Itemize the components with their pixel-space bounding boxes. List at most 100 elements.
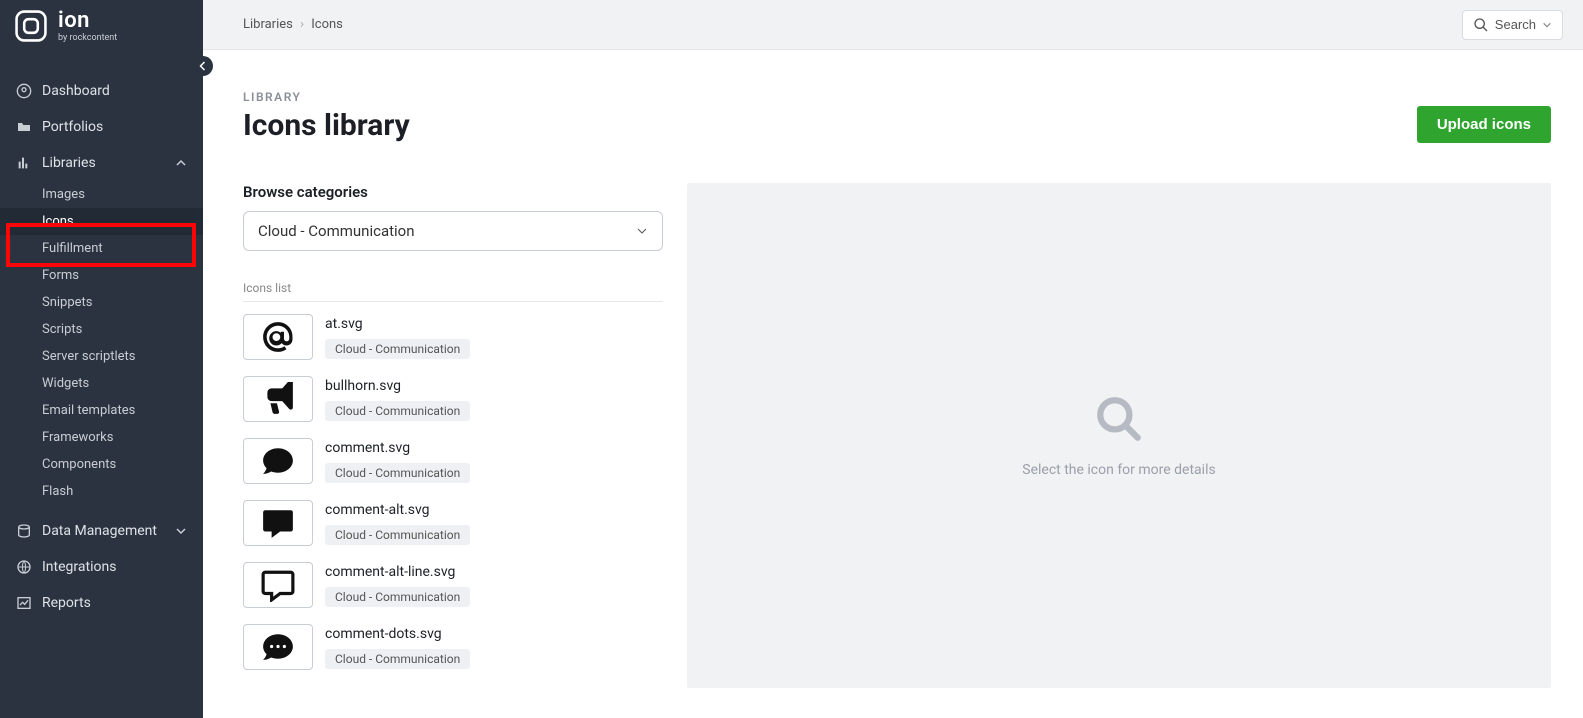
sub-label: Email templates: [42, 403, 135, 418]
sub-item-fulfillment[interactable]: Fulfillment: [0, 235, 203, 262]
comment-icon: [261, 444, 295, 478]
page-title: Icons library: [243, 108, 410, 143]
breadcrumb-libraries[interactable]: Libraries: [243, 17, 293, 32]
topbar: Libraries › Icons Search: [203, 0, 1583, 50]
sub-item-images[interactable]: Images: [0, 181, 203, 208]
at-icon: [261, 320, 295, 354]
upload-icons-button[interactable]: Upload icons: [1417, 106, 1551, 143]
nav-label: Reports: [42, 595, 91, 611]
icon-filename: comment-alt.svg: [325, 502, 470, 518]
columns: Browse categories Cloud - Communication …: [243, 183, 1551, 718]
sub-item-snippets[interactable]: Snippets: [0, 289, 203, 316]
primary-nav: Dashboard Portfolios Libraries Images Ic…: [0, 73, 203, 621]
browse-categories-label: Browse categories: [243, 183, 663, 201]
logo-icon: [14, 9, 48, 43]
libraries-submenu: Images Icons Fulfillment Forms Snippets …: [0, 181, 203, 505]
nav-item-dashboard[interactable]: Dashboard: [0, 73, 203, 109]
nav-item-portfolios[interactable]: Portfolios: [0, 109, 203, 145]
sub-item-widgets[interactable]: Widgets: [0, 370, 203, 397]
chevron-down-icon: [1542, 20, 1552, 30]
page-eyebrow: LIBRARY: [243, 90, 410, 104]
sub-item-scripts[interactable]: Scripts: [0, 316, 203, 343]
sub-label: Frameworks: [42, 430, 113, 445]
breadcrumb: Libraries › Icons: [243, 17, 343, 32]
category-select[interactable]: Cloud - Communication: [243, 211, 663, 251]
logo-byline: by rockcontent: [58, 33, 117, 43]
database-icon: [16, 523, 32, 539]
sub-item-email-templates[interactable]: Email templates: [0, 397, 203, 424]
chevron-left-icon: [197, 60, 209, 72]
icon-filename: bullhorn.svg: [325, 378, 470, 394]
user-circle-icon: [16, 83, 32, 99]
logo[interactable]: ion by rockcontent: [0, 0, 203, 49]
sub-label: Flash: [42, 484, 73, 499]
logo-word: ion: [58, 8, 117, 33]
chevron-down-icon: [636, 225, 648, 237]
sub-label: Snippets: [42, 295, 93, 310]
sub-item-icons[interactable]: Icons: [0, 208, 203, 235]
icon-category-tag: Cloud - Communication: [325, 339, 470, 359]
nav-label: Data Management: [42, 523, 157, 539]
nav-item-integrations[interactable]: Integrations: [0, 549, 203, 585]
chart-bars-icon: [16, 155, 32, 171]
search-icon: [1094, 394, 1144, 444]
empty-state-message: Select the icon for more details: [1022, 462, 1215, 478]
icon-thumb: [243, 500, 313, 546]
breadcrumb-separator: ›: [300, 17, 304, 32]
icon-thumb: [243, 562, 313, 608]
sidebar: ion by rockcontent Dashboard Portfolios …: [0, 0, 203, 718]
icon-category-tag: Cloud - Communication: [325, 401, 470, 421]
icon-filename: comment-alt-line.svg: [325, 564, 470, 580]
nav-label: Integrations: [42, 559, 116, 575]
icon-list-item[interactable]: bullhorn.svg Cloud - Communication: [243, 376, 663, 422]
sub-item-forms[interactable]: Forms: [0, 262, 203, 289]
browse-column: Browse categories Cloud - Communication …: [243, 183, 663, 718]
sub-item-server-scriptlets[interactable]: Server scriptlets: [0, 343, 203, 370]
chart-line-icon: [16, 595, 32, 611]
search-button[interactable]: Search: [1462, 10, 1563, 40]
sub-item-frameworks[interactable]: Frameworks: [0, 424, 203, 451]
comment-dots-icon: [261, 630, 295, 664]
sub-item-components[interactable]: Components: [0, 451, 203, 478]
collapse-sidebar-button[interactable]: [193, 56, 213, 76]
sub-label: Forms: [42, 268, 79, 283]
icon-list-item[interactable]: comment-dots.svg Cloud - Communication: [243, 624, 663, 670]
category-selected-value: Cloud - Communication: [258, 222, 415, 240]
nav-label: Dashboard: [42, 83, 110, 99]
chevron-down-icon: [175, 525, 187, 537]
icon-filename: at.svg: [325, 316, 470, 332]
sub-label: Images: [42, 187, 85, 202]
breadcrumb-icons[interactable]: Icons: [311, 17, 343, 32]
page-header: LIBRARY Icons library Upload icons: [243, 90, 1551, 143]
sub-label: Components: [42, 457, 116, 472]
sub-label: Scripts: [42, 322, 82, 337]
nav-item-libraries[interactable]: Libraries: [0, 145, 203, 181]
icon-thumb: [243, 624, 313, 670]
detail-panel-empty: Select the icon for more details: [687, 183, 1551, 688]
nav-item-reports[interactable]: Reports: [0, 585, 203, 621]
folder-icon: [16, 119, 32, 135]
globe-icon: [16, 559, 32, 575]
icon-thumb: [243, 314, 313, 360]
nav-item-data-management[interactable]: Data Management: [0, 513, 203, 549]
chevron-up-icon: [175, 157, 187, 169]
content: LIBRARY Icons library Upload icons Brows…: [203, 50, 1583, 718]
icon-list-item[interactable]: comment-alt-line.svg Cloud - Communicati…: [243, 562, 663, 608]
sub-label: Icons: [42, 214, 74, 229]
icon-thumb: [243, 438, 313, 484]
icon-category-tag: Cloud - Communication: [325, 463, 470, 483]
sub-label: Widgets: [42, 376, 89, 391]
bullhorn-icon: [261, 382, 295, 416]
nav-label: Portfolios: [42, 119, 103, 135]
search-icon: [1473, 17, 1489, 33]
sub-item-flash[interactable]: Flash: [0, 478, 203, 505]
sub-label: Fulfillment: [42, 241, 103, 256]
icons-list-label: Icons list: [243, 281, 663, 302]
icon-filename: comment-dots.svg: [325, 626, 470, 642]
icon-list-item[interactable]: comment-alt.svg Cloud - Communication: [243, 500, 663, 546]
icon-thumb: [243, 376, 313, 422]
icon-list-item[interactable]: at.svg Cloud - Communication: [243, 314, 663, 360]
icon-category-tag: Cloud - Communication: [325, 525, 470, 545]
icon-category-tag: Cloud - Communication: [325, 649, 470, 669]
icon-list-item[interactable]: comment.svg Cloud - Communication: [243, 438, 663, 484]
